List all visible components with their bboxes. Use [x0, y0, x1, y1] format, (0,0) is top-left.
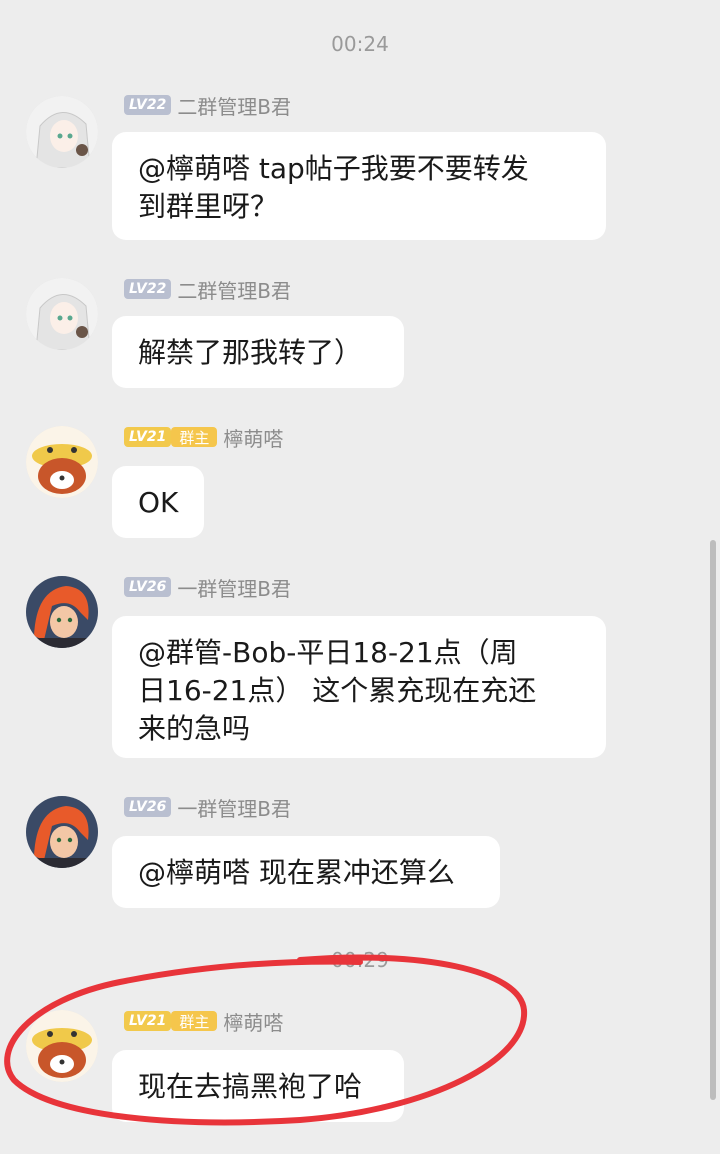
- level-badge: LV26: [124, 797, 172, 817]
- avatar-red-hair-icon: [26, 796, 98, 868]
- message-line: 来的急吗: [138, 712, 251, 745]
- message-bubble[interactable]: OK: [112, 466, 204, 538]
- avatar[interactable]: [26, 278, 98, 350]
- message-line: OK: [138, 486, 179, 519]
- message-line: @檸萌嗒 tap帖子我要不要转发: [138, 152, 529, 185]
- level-badge: LV22: [124, 279, 172, 299]
- owner-badge: 群主: [171, 427, 218, 447]
- level-badge: LV21: [124, 427, 172, 447]
- scrollbar[interactable]: [710, 540, 716, 1100]
- message-bubble[interactable]: @檸萌嗒 tap帖子我要不要转发 到群里呀？: [112, 132, 606, 240]
- sender-name[interactable]: 檸萌嗒: [223, 423, 283, 452]
- avatar[interactable]: [26, 1010, 98, 1082]
- sender-name[interactable]: 一群管理B君: [177, 573, 291, 602]
- sender-meta: LV26 一群管理B君: [124, 573, 291, 602]
- timestamp: 00:29: [331, 948, 389, 972]
- sender-meta: LV22 二群管理B君: [124, 275, 291, 304]
- owner-badge: 群主: [171, 1011, 218, 1031]
- avatar[interactable]: [26, 96, 98, 168]
- avatar[interactable]: [26, 796, 98, 868]
- sender-meta: LV21 群主 檸萌嗒: [124, 1007, 283, 1036]
- timestamp: 00:24: [331, 32, 389, 56]
- message-line: 日16-21点） 这个累充现在充还: [138, 674, 537, 707]
- sender-meta: LV21 群主 檸萌嗒: [124, 423, 283, 452]
- message-line: 现在去搞黑袍了哈: [138, 1070, 363, 1103]
- level-badge: LV21: [124, 1011, 172, 1031]
- avatar-white-hair-icon: [26, 96, 98, 168]
- message-line: 到群里呀？: [138, 190, 279, 223]
- sender-name[interactable]: 二群管理B君: [177, 91, 291, 120]
- sender-meta: LV22 二群管理B君: [124, 91, 291, 120]
- message-line: @群管-Bob-平日18-21点（周: [138, 636, 518, 669]
- message-bubble[interactable]: @檸萌嗒 现在累冲还算么: [112, 836, 500, 908]
- sender-name[interactable]: 檸萌嗒: [223, 1007, 283, 1036]
- message-bubble[interactable]: @群管-Bob-平日18-21点（周 日16-21点） 这个累充现在充还 来的急…: [112, 616, 606, 758]
- avatar-red-panda-icon: [26, 1010, 98, 1082]
- message-line: 解禁了那我转了）: [138, 336, 363, 369]
- level-badge: LV26: [124, 577, 172, 597]
- level-badge: LV22: [124, 95, 172, 115]
- sender-name[interactable]: 一群管理B君: [177, 793, 291, 822]
- avatar-red-hair-icon: [26, 576, 98, 648]
- avatar[interactable]: [26, 576, 98, 648]
- sender-meta: LV26 一群管理B君: [124, 793, 291, 822]
- message-bubble[interactable]: 解禁了那我转了）: [112, 316, 404, 388]
- avatar[interactable]: [26, 426, 98, 498]
- avatar-white-hair-icon: [26, 278, 98, 350]
- avatar-red-panda-icon: [26, 426, 98, 498]
- message-line: @檸萌嗒 现在累冲还算么: [138, 856, 455, 889]
- sender-name[interactable]: 二群管理B君: [177, 275, 291, 304]
- message-bubble[interactable]: 现在去搞黑袍了哈: [112, 1050, 404, 1122]
